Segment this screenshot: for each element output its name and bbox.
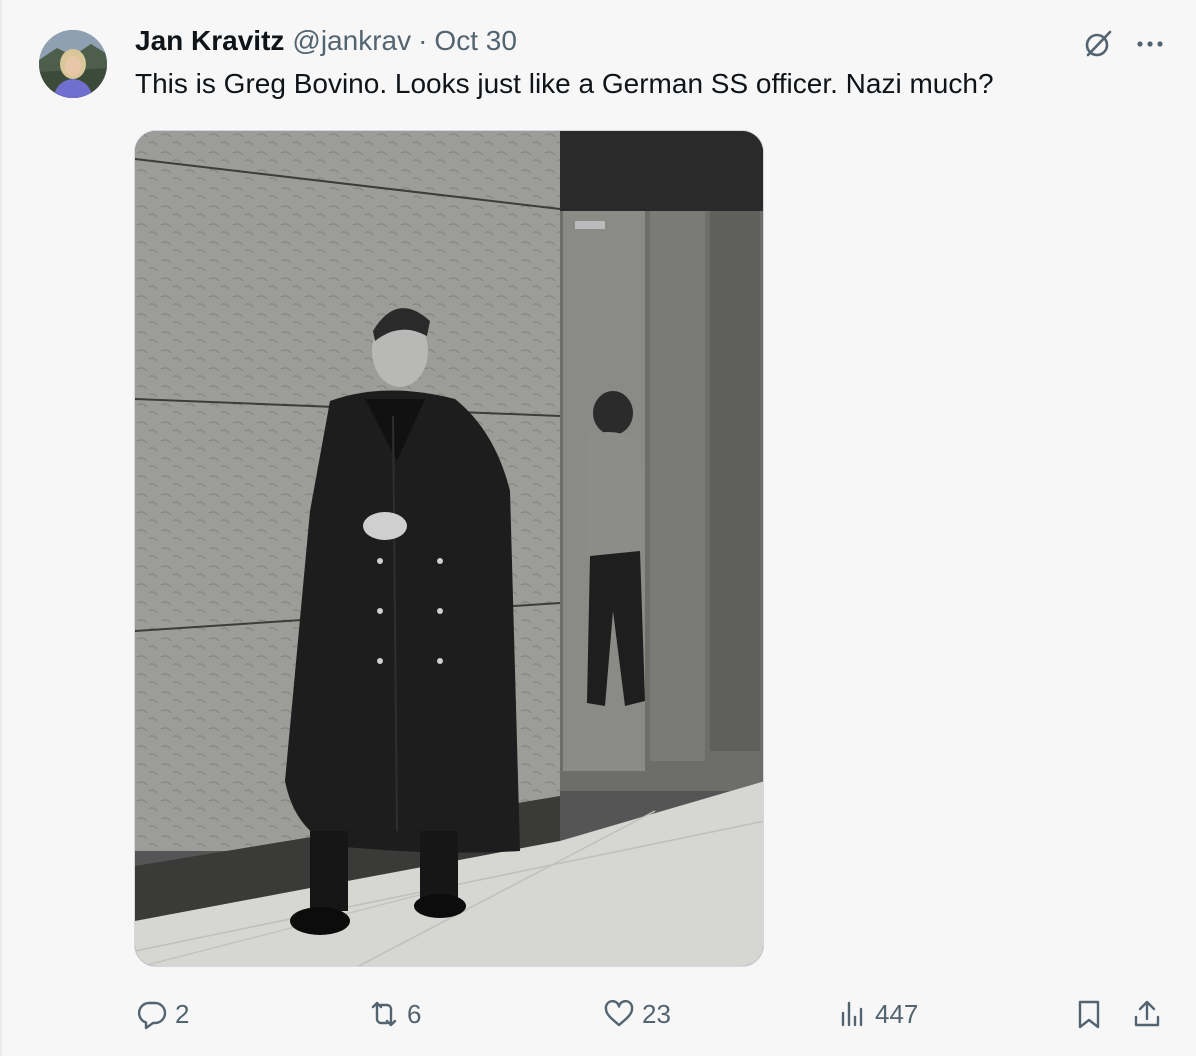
separator-dot: · <box>418 25 428 56</box>
views-count: 447 <box>875 998 919 1029</box>
reply-icon <box>137 1001 167 1030</box>
post-date[interactable]: Oct 30 <box>434 25 516 57</box>
share-icon <box>1134 1000 1160 1027</box>
reply-count: 2 <box>175 998 190 1029</box>
tweet-card[interactable]: Jan Kravitz @jankrav · Oct 30 This is Gr… <box>0 0 1196 1056</box>
retweet-icon <box>371 1001 397 1027</box>
like-button[interactable]: 23 <box>602 990 671 1038</box>
avatar-image <box>39 30 107 98</box>
reply-button[interactable]: 2 <box>135 990 189 1038</box>
action-bar: 2 6 23 447 <box>2 990 1196 1038</box>
bookmark-icon <box>1078 1000 1100 1029</box>
grok-icon[interactable] <box>1080 26 1116 62</box>
bookmark-button[interactable] <box>1072 990 1106 1038</box>
heart-icon <box>604 999 634 1027</box>
views-icon <box>841 1001 863 1027</box>
author-name[interactable]: Jan Kravitz <box>135 25 284 57</box>
share-button[interactable] <box>1130 990 1164 1038</box>
tweet-header: Jan Kravitz @jankrav · Oct 30 <box>135 22 517 60</box>
author-handle[interactable]: @jankrav <box>292 25 411 57</box>
tweet-photo[interactable] <box>134 130 764 967</box>
avatar[interactable] <box>39 30 107 98</box>
views-button[interactable]: 447 <box>835 990 918 1038</box>
photo-image <box>135 131 763 966</box>
retweet-count: 6 <box>407 998 422 1029</box>
like-count: 23 <box>642 998 671 1029</box>
retweet-button[interactable]: 6 <box>367 990 421 1038</box>
more-icon[interactable] <box>1132 26 1168 62</box>
tweet-text: This is Greg Bovino. Looks just like a G… <box>135 68 994 99</box>
